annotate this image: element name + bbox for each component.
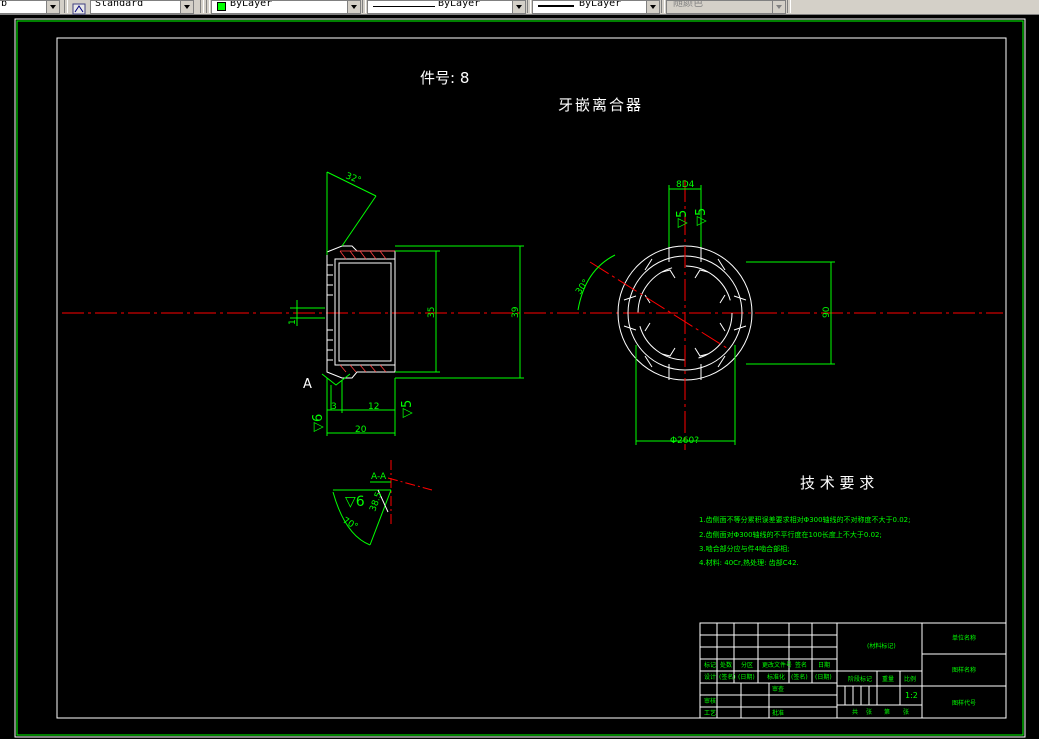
text-style-icon[interactable] <box>72 0 86 15</box>
textstyle-combo[interactable]: Standard <box>90 0 194 14</box>
tb-sheet-of: 张 <box>866 708 872 716</box>
plotstyle-combo[interactable]: 随颜色 <box>666 0 786 14</box>
tb-approve-label: 批准 <box>772 709 784 717</box>
chevron-down-icon[interactable] <box>180 1 193 13</box>
lineweight-combo[interactable]: ByLayer <box>532 0 660 14</box>
rough-top-left: ▽5 <box>675 210 690 228</box>
toolbar-separator <box>206 0 210 13</box>
tb-row2-c4: 标准化 <box>767 673 785 681</box>
chevron-down-icon[interactable] <box>347 1 360 13</box>
color-combo[interactable]: ByLayer <box>211 0 361 14</box>
tb-row1-c1: 标记 <box>704 661 716 669</box>
tech-note-1: 1.齿侧面不等分累积误差要求相对Φ300轴线的不对称度不大于0.02; <box>699 515 911 524</box>
tb-sheet-unit: 张 <box>903 708 909 716</box>
tb-sheet-no: 第 <box>884 708 890 716</box>
tb-row1-c4: 更改文件号 <box>762 661 792 669</box>
toolbar-separator <box>64 0 68 13</box>
section-len: 38.5 <box>368 491 384 513</box>
tb-scale-value: 1:2 <box>905 691 918 700</box>
chevron-down-icon[interactable] <box>646 1 659 13</box>
chevron-down-icon[interactable] <box>772 1 785 13</box>
linetype-sample-icon <box>373 6 435 7</box>
dim-d39: 39 <box>511 306 521 318</box>
end-view <box>589 180 753 450</box>
lineweight-sample-icon <box>538 5 574 7</box>
toolbar-separator <box>527 0 531 13</box>
dim-len3: 3 <box>331 402 337 412</box>
tb-row1-c5: 签名 <box>795 661 807 669</box>
tb-check-label: 审查 <box>772 685 784 693</box>
rough-left: ▽6 <box>311 414 326 432</box>
rough-bottom: ▽5 <box>400 400 415 418</box>
left-dimensions <box>290 171 524 436</box>
textstyle-left-combo[interactable]: b <box>0 0 60 14</box>
chevron-down-icon[interactable] <box>512 1 525 13</box>
tb-sheet-total: 共 <box>852 708 858 716</box>
part-number-label: 件号: 8 <box>420 69 469 87</box>
tb-unit-name: 单位名称 <box>952 634 976 642</box>
front-section-view <box>326 245 396 379</box>
properties-toolbar: b Standard ByLayer ByLayer ByLayer 随颜色 <box>0 0 1039 15</box>
tech-note-4: 4.材料: 40Cr,热处理: 齿部C42. <box>699 558 799 567</box>
tb-row1-c6: 日期 <box>818 661 830 669</box>
tb-row1-c2: 处数 <box>720 661 732 669</box>
tb-row2-c5: (签名) <box>791 673 808 681</box>
drawing-canvas[interactable]: 件号: 8 牙嵌离合器 32° 1 35 39 12 3 20 ▽6 ▽5 A … <box>0 14 1039 739</box>
section-angle: 70° <box>341 516 360 533</box>
dim-angle-top: 32° <box>344 171 362 186</box>
tb-process-label: 工艺 <box>704 709 716 717</box>
tb-row2-c1: 设计 <box>704 673 716 681</box>
tb-row2-c6: (日期) <box>815 673 832 681</box>
tech-note-3: 3.啮合部分应与件4啮合部相; <box>699 544 790 553</box>
linetype-combo[interactable]: ByLayer <box>367 0 526 14</box>
tb-drawing-code: 图样代号 <box>952 699 976 707</box>
tb-review-label: 审核 <box>704 697 716 705</box>
section-label: A-A <box>371 472 387 482</box>
rough-top-right: ▽5 <box>694 208 709 226</box>
tb-stage-label: 阶段标记 <box>848 675 872 683</box>
part-title: 牙嵌离合器 <box>558 96 643 114</box>
dim-tooth-width: 8D4 <box>676 180 695 190</box>
dim-left-gap: 1 <box>288 319 298 325</box>
tb-weight-label: 重量 <box>882 675 894 683</box>
section-rough: ▽6 <box>345 494 365 510</box>
tb-drawing-label: (材料标记) <box>867 642 896 650</box>
chevron-down-icon[interactable] <box>46 1 59 13</box>
tb-row2-c2: (签名) <box>719 673 736 681</box>
tech-title: 技 术 要 求 <box>800 474 874 492</box>
toolbar-separator <box>787 0 791 13</box>
view-marker-a: A <box>303 377 312 392</box>
dim-angle-30: 30° <box>574 278 591 297</box>
tb-drawing-name: 图样名称 <box>952 666 976 674</box>
dim-dia-bottom: Φ260? <box>670 436 699 446</box>
color-swatch-icon <box>217 2 226 11</box>
tb-scale-label: 比例 <box>904 675 916 683</box>
tech-note-2: 2.齿侧面对Φ300轴线的不平行度在100长度上不大于0.02; <box>699 530 882 539</box>
dim-d35: 35 <box>427 307 437 318</box>
toolbar-separator <box>661 0 665 13</box>
toolbar-separator <box>362 0 366 13</box>
drawing-frame <box>56 37 1007 719</box>
dim-d90: 90 <box>822 306 832 318</box>
dim-len12: 12 <box>368 402 379 412</box>
toolbar-separator <box>200 0 204 13</box>
tb-row1-c3: 分区 <box>741 661 753 669</box>
tb-row2-c3: (日期) <box>738 673 755 681</box>
dim-len20: 20 <box>355 425 367 435</box>
